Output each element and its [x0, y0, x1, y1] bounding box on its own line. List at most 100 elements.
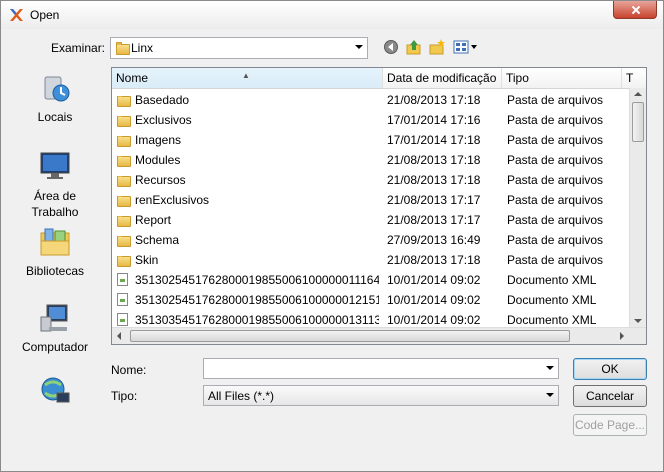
file-row[interactable]: 35130254517628000198550061000000111642..… — [112, 270, 632, 290]
horizontal-scrollbar[interactable] — [112, 327, 646, 344]
filename-input[interactable] — [203, 358, 559, 379]
file-row[interactable]: Schema 27/09/2013 16:49 Pasta de arquivos — [112, 230, 632, 250]
sort-up-icon: ▲ — [242, 71, 250, 80]
file-icon-wrap — [117, 293, 128, 307]
file-list[interactable]: ▲ Nome Data de modificação Tipo T Baseda… — [111, 67, 647, 345]
file-row[interactable]: Skin 21/08/2013 17:18 Pasta de arquivos — [112, 250, 632, 270]
file-icon-wrap — [117, 273, 128, 287]
file-date: 21/08/2013 17:17 — [387, 193, 481, 207]
vertical-scrollbar[interactable] — [629, 88, 646, 327]
scroll-left-icon[interactable] — [117, 332, 121, 340]
file-icon-wrap — [117, 196, 131, 210]
xml-file-icon — [117, 313, 128, 326]
file-type: Pasta de arquivos — [507, 133, 604, 147]
vertical-scroll-thumb[interactable] — [632, 102, 644, 142]
app-x-icon — [10, 9, 23, 21]
window-title: Open — [30, 8, 60, 22]
file-icon-wrap — [117, 176, 131, 190]
file-row[interactable]: Report 21/08/2013 17:17 Pasta de arquivos — [112, 210, 632, 230]
close-button[interactable] — [613, 1, 657, 19]
horizontal-scroll-thumb[interactable] — [130, 330, 570, 342]
file-row[interactable]: Basedado 21/08/2013 17:18 Pasta de arquivo… — [112, 90, 632, 110]
recent-places-icon — [44, 76, 70, 102]
file-date: 21/08/2013 17:17 — [387, 213, 481, 227]
ok-button[interactable]: OK — [573, 358, 647, 380]
file-date: 10/01/2014 09:02 — [387, 313, 481, 327]
file-date: 10/01/2014 09:02 — [387, 293, 481, 307]
folder-icon — [117, 196, 131, 207]
chevron-down-icon[interactable] — [546, 393, 554, 397]
scroll-right-icon[interactable] — [620, 332, 624, 340]
place-desktop[interactable]: Área de Trabalho — [11, 151, 99, 220]
file-row[interactable]: renExclusivos 21/08/2013 17:17 Pasta de ar… — [112, 190, 632, 210]
file-date: 17/01/2014 17:18 — [387, 133, 481, 147]
computer-icon — [40, 304, 68, 332]
xml-file-icon — [117, 293, 128, 306]
file-type: Pasta de arquivos — [507, 253, 604, 267]
file-type: Pasta de arquivos — [507, 173, 604, 187]
column-name[interactable]: ▲ Nome — [112, 68, 383, 88]
code-page-button[interactable]: Code Page... — [573, 414, 647, 436]
file-type: Pasta de arquivos — [507, 193, 604, 207]
file-icon-wrap — [117, 156, 131, 170]
place-libraries[interactable]: Bibliotecas — [11, 227, 99, 278]
file-name: Modules — [135, 153, 181, 167]
file-date: 21/08/2013 17:18 — [387, 93, 481, 107]
file-row[interactable]: Modules 21/08/2013 17:18 Pasta de arquivos — [112, 150, 632, 170]
filetype-label: Tipo: — [111, 389, 138, 403]
place-network[interactable] — [11, 375, 99, 412]
folder-icon — [117, 96, 131, 107]
column-date[interactable]: Data de modificação — [383, 68, 502, 88]
file-name: 35130354517628000198550061000000131133..… — [135, 313, 379, 327]
column-size[interactable]: T — [622, 68, 646, 88]
open-dialog: Open Examinar: Linx Locais Área de Traba… — [0, 0, 664, 472]
column-type[interactable]: Tipo — [502, 68, 622, 88]
network-icon — [41, 377, 70, 403]
view-menu-icon[interactable] — [453, 39, 479, 55]
file-row[interactable]: 35130254517628000198550061000000121513..… — [112, 290, 632, 310]
file-name: 35130254517628000198550061000000111642..… — [135, 273, 379, 287]
cancel-button[interactable]: Cancelar — [573, 385, 647, 407]
chevron-down-icon[interactable] — [546, 366, 554, 370]
back-icon[interactable] — [383, 39, 399, 55]
place-label: Locais — [37, 110, 73, 124]
file-type: Pasta de arquivos — [507, 113, 604, 127]
filename-label: Nome: — [111, 363, 147, 377]
file-type: Pasta de arquivos — [507, 233, 604, 247]
scroll-up-icon[interactable] — [634, 92, 642, 96]
folder-icon — [117, 176, 131, 187]
xml-file-icon — [117, 273, 128, 286]
file-date: 27/09/2013 16:49 — [387, 233, 481, 247]
file-type: Pasta de arquivos — [507, 93, 604, 107]
up-folder-icon[interactable] — [406, 39, 422, 55]
scroll-down-icon[interactable] — [634, 319, 642, 323]
filetype-select[interactable]: All Files (*.*) — [203, 385, 559, 406]
file-date: 21/08/2013 17:18 — [387, 173, 481, 187]
file-name: renExclusivos — [135, 193, 210, 207]
file-date: 17/01/2014 17:16 — [387, 113, 481, 127]
new-folder-icon[interactable] — [429, 39, 445, 55]
file-name: Recursos — [135, 173, 186, 187]
place-label: Área de Trabalho — [31, 189, 79, 219]
file-row[interactable]: Exclusivos 17/01/2014 17:16 Pasta de arqui… — [112, 110, 632, 130]
file-type: Documento XML — [507, 293, 597, 307]
look-in-value: Linx — [131, 41, 154, 55]
file-icon-wrap — [117, 216, 131, 230]
file-row[interactable]: Imagens 17/01/2014 17:18 Pasta de arquivos — [112, 130, 632, 150]
place-label: Computador — [21, 340, 89, 354]
libraries-icon — [40, 228, 70, 256]
title-bar: Open — [1, 1, 663, 29]
file-date: 10/01/2014 09:02 — [387, 273, 481, 287]
column-header: ▲ Nome Data de modificação Tipo T — [112, 68, 646, 89]
file-row[interactable]: Recursos 21/08/2013 17:18 Pasta de arquivo… — [112, 170, 632, 190]
place-computer[interactable]: Computador — [11, 303, 99, 354]
folder-icon — [117, 236, 131, 247]
file-icon-wrap — [117, 116, 131, 130]
place-recent[interactable]: Locais — [11, 73, 99, 124]
folder-icon — [117, 156, 131, 167]
look-in-combo[interactable]: Linx — [110, 37, 368, 59]
desktop-icon — [40, 152, 70, 179]
folder-icon — [117, 216, 131, 227]
file-name: 35130254517628000198550061000000121513..… — [135, 293, 379, 307]
file-type: Pasta de arquivos — [507, 153, 604, 167]
